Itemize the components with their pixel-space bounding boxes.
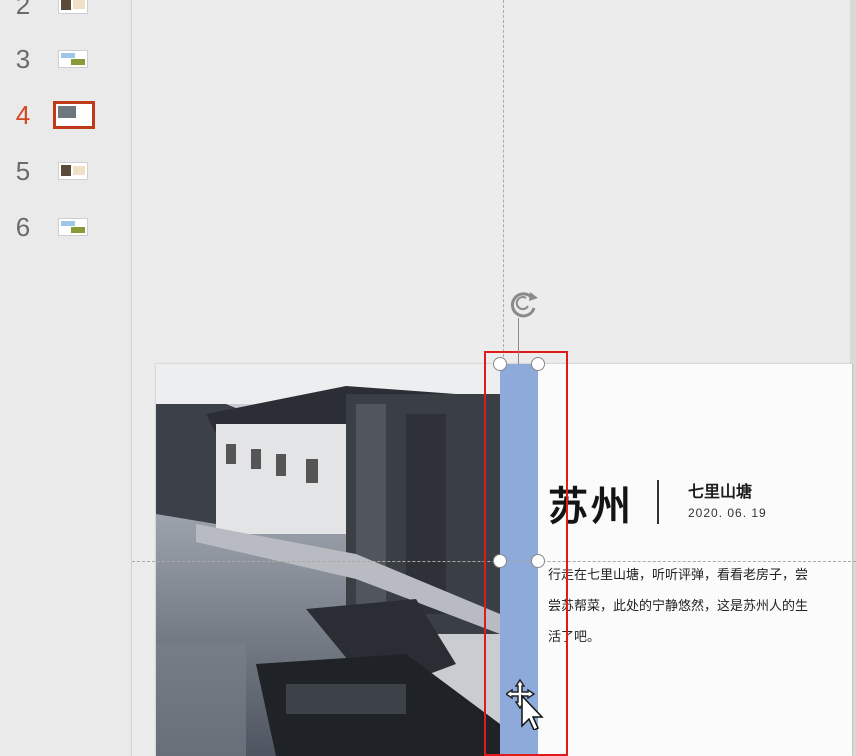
slide-thumbnail-image[interactable] bbox=[58, 218, 88, 236]
slide-date[interactable]: 2020. 06. 19 bbox=[688, 506, 767, 520]
slide-thumbnail-3[interactable]: 3 bbox=[0, 40, 131, 80]
slide-number: 5 bbox=[15, 156, 31, 186]
slide-number: 6 bbox=[15, 212, 31, 242]
title-divider bbox=[657, 480, 659, 524]
rotate-handle-stem bbox=[518, 318, 519, 364]
slide-thumbnail-image[interactable] bbox=[58, 0, 88, 14]
slide-body-text[interactable]: 行走在七里山塘，听听评弹，看看老房子，尝尝苏帮菜，此处的宁静悠然，这是苏州人的生… bbox=[548, 560, 818, 653]
slide-thumbnail-image[interactable] bbox=[58, 162, 88, 180]
slide-number: 2 bbox=[15, 0, 31, 20]
slide-thumbnail-5[interactable]: 5 bbox=[0, 152, 131, 192]
resize-handle-top-right[interactable] bbox=[531, 357, 545, 371]
slide-thumbnail-image[interactable] bbox=[53, 101, 95, 129]
rotate-icon[interactable] bbox=[504, 286, 546, 322]
slide-number: 4 bbox=[15, 100, 31, 130]
resize-handle-middle-right[interactable] bbox=[531, 554, 545, 568]
resize-handle-top-left[interactable] bbox=[493, 357, 507, 371]
slide-thumbnail-image[interactable] bbox=[58, 50, 88, 68]
suzhou-canal-photo[interactable] bbox=[156, 364, 500, 756]
slide-thumbnail-4[interactable]: 4 bbox=[0, 96, 131, 136]
slide-thumbnail-panel: 2 3 4 5 6 bbox=[0, 0, 132, 756]
move-cursor-icon bbox=[506, 678, 544, 730]
slide-thumbnail-6[interactable]: 6 bbox=[0, 208, 131, 248]
resize-handle-middle-left[interactable] bbox=[493, 554, 507, 568]
slide-number: 3 bbox=[15, 44, 31, 74]
slide-subtitle[interactable]: 七里山塘 bbox=[688, 478, 752, 502]
slide-thumbnail-2[interactable]: 2 bbox=[0, 0, 131, 26]
